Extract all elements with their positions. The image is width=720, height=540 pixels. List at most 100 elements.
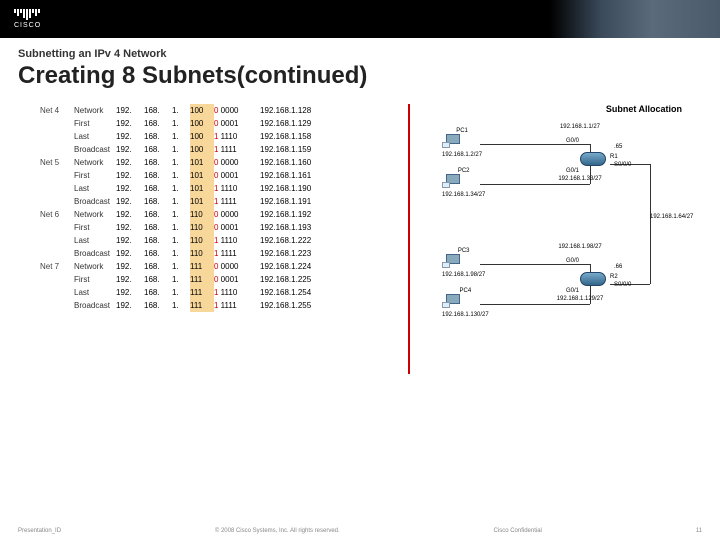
full-address: 192.168.1.225 (254, 273, 332, 286)
table-row: Last192.168.1.1101 1110192.168.1.222 (74, 234, 390, 247)
subnet-table: Net 4Network192.168.1.1000 0000192.168.1… (40, 104, 390, 312)
octet-1: 192. (116, 273, 144, 286)
subnet-group: Net 4Network192.168.1.1000 0000192.168.1… (40, 104, 390, 156)
full-address: 192.168.1.161 (254, 169, 332, 182)
row-type: Last (74, 286, 116, 299)
octet-1: 192. (116, 182, 144, 195)
content-area: Net 4Network192.168.1.1000 0000192.168.1… (0, 104, 720, 504)
supertitle: Subnetting an IPv 4 Network (0, 38, 720, 62)
row-type: Broadcast (74, 247, 116, 260)
octet-2: 168. (144, 247, 172, 260)
host-bits: 0 0001 (214, 273, 254, 286)
octet-1: 192. (116, 286, 144, 299)
table-row: Broadcast192.168.1.1011 1111192.168.1.19… (74, 195, 390, 208)
octet-4-subnet-bits: 111 (190, 273, 214, 286)
octet-3: 1. (172, 169, 190, 182)
subnet-diagram: Subnet Allocation PC1 192.168.1.2/27 PC2… (408, 104, 690, 374)
footer-right: Cisco Confidential (494, 528, 542, 534)
octet-1: 192. (116, 156, 144, 169)
full-address: 192.168.1.222 (254, 234, 332, 247)
full-address: 192.168.1.224 (254, 260, 332, 273)
row-type: Network (74, 156, 116, 169)
octet-3: 1. (172, 143, 190, 156)
octet-2: 168. (144, 143, 172, 156)
row-type: Last (74, 182, 116, 195)
subnet-label: Net 5 (40, 156, 74, 208)
full-address: 192.168.1.160 (254, 156, 332, 169)
header-bar: CISCO (0, 0, 720, 38)
router-icon (580, 272, 606, 286)
octet-4-subnet-bits: 101 (190, 182, 214, 195)
table-row: Broadcast192.168.1.1101 1111192.168.1.22… (74, 247, 390, 260)
octet-1: 192. (116, 260, 144, 273)
router-icon (580, 152, 606, 166)
pc-icon (442, 294, 464, 312)
host-bits: 0 0000 (214, 156, 254, 169)
r2-bot-ip: 192.168.1.129/27 (530, 296, 630, 302)
full-address: 192.168.1.255 (254, 299, 332, 312)
subnet-rows: Network192.168.1.1100 0000192.168.1.192F… (74, 208, 390, 260)
host-bits: 0 0001 (214, 117, 254, 130)
octet-3: 1. (172, 117, 190, 130)
host-bits: 1 1111 (214, 299, 254, 312)
host-bits: 0 0001 (214, 169, 254, 182)
r1-top-ip: 192.168.1.1/27 (530, 124, 630, 130)
host-bits: 1 1111 (214, 143, 254, 156)
host-bits: 1 1110 (214, 182, 254, 195)
octet-3: 1. (172, 299, 190, 312)
octet-1: 192. (116, 104, 144, 117)
octet-3: 1. (172, 286, 190, 299)
host-bits: 1 1111 (214, 247, 254, 260)
octet-3: 1. (172, 195, 190, 208)
octet-2: 168. (144, 104, 172, 117)
footer-mid: © 2008 Cisco Systems, Inc. All rights re… (215, 528, 340, 534)
pc1-node: PC1 192.168.1.2/27 (442, 128, 482, 158)
r1-bot-ip: 192.168.1.33/27 (530, 176, 630, 182)
table-row: First192.168.1.1100 0001192.168.1.193 (74, 221, 390, 234)
footer-left: Presentation_ID (18, 528, 61, 534)
r1-label: R1 (610, 154, 618, 160)
table-row: Network192.168.1.1000 0000192.168.1.128 (74, 104, 390, 117)
host-bits: 1 1110 (214, 234, 254, 247)
full-address: 192.168.1.129 (254, 117, 332, 130)
row-type: First (74, 273, 116, 286)
row-type: Network (74, 208, 116, 221)
octet-1: 192. (116, 234, 144, 247)
host-bits: 0 0000 (214, 208, 254, 221)
r2-label: R2 (610, 274, 618, 280)
octet-1: 192. (116, 169, 144, 182)
cisco-logo: CISCO (0, 9, 41, 29)
host-bits: 1 1110 (214, 286, 254, 299)
octet-2: 168. (144, 208, 172, 221)
full-address: 192.168.1.254 (254, 286, 332, 299)
octet-4-subnet-bits: 100 (190, 117, 214, 130)
subnet-rows: Network192.168.1.1000 0000192.168.1.128F… (74, 104, 390, 156)
octet-2: 168. (144, 260, 172, 273)
octet-4-subnet-bits: 111 (190, 299, 214, 312)
octet-4-subnet-bits: 111 (190, 260, 214, 273)
octet-3: 1. (172, 208, 190, 221)
host-bits: 1 1111 (214, 195, 254, 208)
full-address: 192.168.1.159 (254, 143, 332, 156)
row-type: Last (74, 130, 116, 143)
octet-3: 1. (172, 234, 190, 247)
pc3-node: PC3 192.168.1.98/27 (442, 248, 485, 278)
octet-4-subnet-bits: 100 (190, 143, 214, 156)
octet-4-subnet-bits: 110 (190, 234, 214, 247)
octet-4-subnet-bits: 111 (190, 286, 214, 299)
octet-3: 1. (172, 182, 190, 195)
octet-1: 192. (116, 117, 144, 130)
full-address: 192.168.1.193 (254, 221, 332, 234)
table-row: First192.168.1.1000 0001192.168.1.129 (74, 117, 390, 130)
octet-2: 168. (144, 299, 172, 312)
octet-1: 192. (116, 247, 144, 260)
header-image (550, 0, 720, 38)
octet-1: 192. (116, 195, 144, 208)
row-type: Network (74, 260, 116, 273)
subnet-group: Net 5Network192.168.1.1010 0000192.168.1… (40, 156, 390, 208)
row-type: First (74, 221, 116, 234)
octet-2: 168. (144, 156, 172, 169)
subnet-group: Net 7Network192.168.1.1110 0000192.168.1… (40, 260, 390, 312)
table-row: Last192.168.1.1011 1110192.168.1.190 (74, 182, 390, 195)
octet-1: 192. (116, 143, 144, 156)
